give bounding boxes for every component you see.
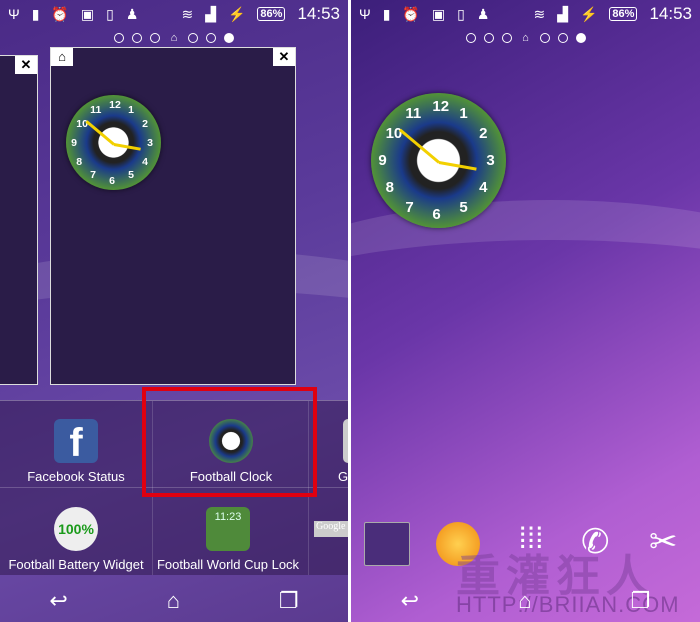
clock-numeral: 5 [128, 169, 135, 182]
page-dot[interactable] [224, 33, 234, 43]
selection-highlight [142, 387, 317, 497]
android-icon: ♟ [476, 6, 490, 22]
signal-icon: ▟ [205, 6, 216, 22]
clock-numeral: 3 [486, 152, 495, 170]
phone-icon: ▯ [106, 6, 114, 22]
clock-numeral: 9 [378, 152, 387, 170]
battery-level: 86% [257, 7, 286, 21]
back-icon[interactable]: ↩ [49, 588, 67, 614]
page-dot[interactable] [501, 33, 512, 43]
widget-label: Football Battery Widget [8, 557, 144, 572]
left-screen-widget-picker: Ψ ▮ ⏰ ▣ ▯ ♟ ≋ ▟ ⚡ 86% 14:53 ⌂ ✕ ⌂ ✕ 12 1 2… [0, 0, 348, 622]
side-page-preview[interactable]: ✕ [0, 55, 38, 385]
widget-label: Facebook Status [27, 469, 125, 484]
widget-label: G [338, 469, 348, 484]
clock-numeral: 8 [76, 155, 83, 168]
charging-icon: ⚡ [227, 6, 246, 22]
clock-hand [398, 127, 440, 164]
clock-hand [84, 119, 115, 146]
clock-hand [438, 160, 476, 171]
clock-numeral: 5 [459, 198, 468, 216]
phone-icon: ▯ [457, 6, 465, 22]
world-cup-lock-icon: 11:23 [206, 507, 250, 551]
clock-numeral: 9 [71, 136, 78, 149]
page-dot[interactable] [575, 33, 586, 43]
page-dot[interactable] [132, 33, 142, 43]
page-dot[interactable] [206, 33, 216, 43]
football-clock-widget[interactable]: 12 1 2 3 4 5 6 7 8 9 10 11 [66, 95, 161, 190]
home-icon[interactable]: ⌂ [167, 588, 180, 614]
widget-world-cup-lock[interactable]: 11:23 Football World Cup Lock [152, 507, 304, 572]
clock-time: 14:53 [297, 4, 340, 23]
status-bar: Ψ ▮ ⏰ ▣ ▯ ♟ ≋ ▟ ⚡ 86% 14:53 [0, 0, 348, 28]
clock-numeral: 1 [128, 103, 135, 116]
navigation-bar: ↩ ⌂ ❐ [0, 588, 348, 614]
wallpaper-wave [351, 200, 700, 460]
football-battery-icon: 100% [54, 507, 98, 551]
clock-numeral: 2 [479, 125, 488, 143]
clock-numeral: 7 [90, 169, 97, 182]
clock-numeral: 11 [405, 105, 422, 123]
widget-label: Football World Cup Lock [156, 557, 300, 572]
battery-level: 86% [609, 7, 638, 21]
signal-icon: ▟ [557, 6, 568, 22]
image-icon: ▣ [431, 6, 446, 22]
clock-numeral: 12 [432, 98, 450, 116]
clock-numeral: 7 [405, 198, 414, 216]
page-indicator[interactable]: ⌂ [0, 33, 348, 44]
screenshot-icon: ▮ [382, 6, 391, 22]
facebook-icon: f [54, 419, 98, 465]
football-clock-widget[interactable]: 12 1 2 3 4 5 6 7 8 9 10 11 [371, 93, 506, 228]
recents-icon[interactable]: ❐ [631, 588, 651, 614]
widget-facebook-status[interactable]: f Facebook Status [0, 419, 152, 484]
recents-icon[interactable]: ❐ [279, 588, 299, 614]
status-bar: Ψ ▮ ⏰ ▣ ▯ ♟ ≋ ▟ ⚡ 86% 14:53 [351, 0, 700, 28]
usb-icon: Ψ [359, 6, 371, 22]
wifi-icon: ≋ [181, 6, 194, 22]
clock-numeral: 6 [109, 174, 116, 187]
page-dot-home[interactable]: ⌂ [520, 33, 532, 44]
clock-hand [113, 142, 140, 151]
widget-football-battery[interactable]: 100% Football Battery Widget [0, 507, 152, 572]
clock-numeral: 4 [142, 155, 148, 168]
image-icon: ▣ [80, 6, 95, 22]
back-icon[interactable]: ↩ [401, 588, 419, 614]
page-indicator[interactable]: ⌂ [351, 33, 700, 44]
page-dot[interactable] [465, 33, 476, 43]
page-dot[interactable] [188, 33, 198, 43]
page-dot[interactable] [150, 33, 160, 43]
home-icon: ⌂ [51, 48, 73, 66]
page-dot[interactable] [557, 33, 568, 43]
clock-numeral: 12 [109, 98, 121, 111]
home-icon[interactable]: ⌂ [518, 588, 531, 614]
navigation-bar: ↩ ⌂ ❐ [351, 588, 700, 614]
clock-time: 14:53 [649, 4, 692, 23]
home-page-preview[interactable]: ⌂ ✕ 12 1 2 3 4 5 6 7 8 9 10 11 [50, 47, 296, 385]
charging-icon: ⚡ [579, 6, 598, 22]
clock-numeral: 3 [147, 136, 154, 149]
page-dot[interactable] [114, 33, 124, 43]
page-dot-home[interactable]: ⌂ [168, 33, 180, 44]
close-icon[interactable]: ✕ [15, 56, 37, 74]
wifi-icon: ≋ [533, 6, 546, 22]
alarm-icon: ⏰ [51, 6, 69, 22]
screenshot-icon: ▮ [31, 6, 40, 22]
android-icon: ♟ [125, 6, 139, 22]
widget-partial[interactable]: G [338, 419, 348, 484]
usb-icon: Ψ [8, 6, 20, 22]
folder-icon[interactable] [364, 522, 410, 566]
page-dot[interactable] [539, 33, 550, 43]
clock-numeral: 8 [385, 179, 394, 197]
widget-google[interactable]: Google [314, 521, 348, 537]
alarm-icon: ⏰ [402, 6, 420, 22]
clock-numeral: 1 [459, 105, 468, 123]
clock-numeral: 11 [90, 103, 102, 116]
close-icon[interactable]: ✕ [273, 48, 295, 66]
right-screen-home: Ψ ▮ ⏰ ▣ ▯ ♟ ≋ ▟ ⚡ 86% 14:53 ⌂ 12 1 2 3 4 5 6 7 8… [351, 0, 700, 622]
clock-numeral: 6 [432, 206, 441, 224]
clock-numeral: 2 [142, 117, 148, 130]
clock-numeral: 4 [479, 179, 488, 197]
page-dot[interactable] [483, 33, 494, 43]
